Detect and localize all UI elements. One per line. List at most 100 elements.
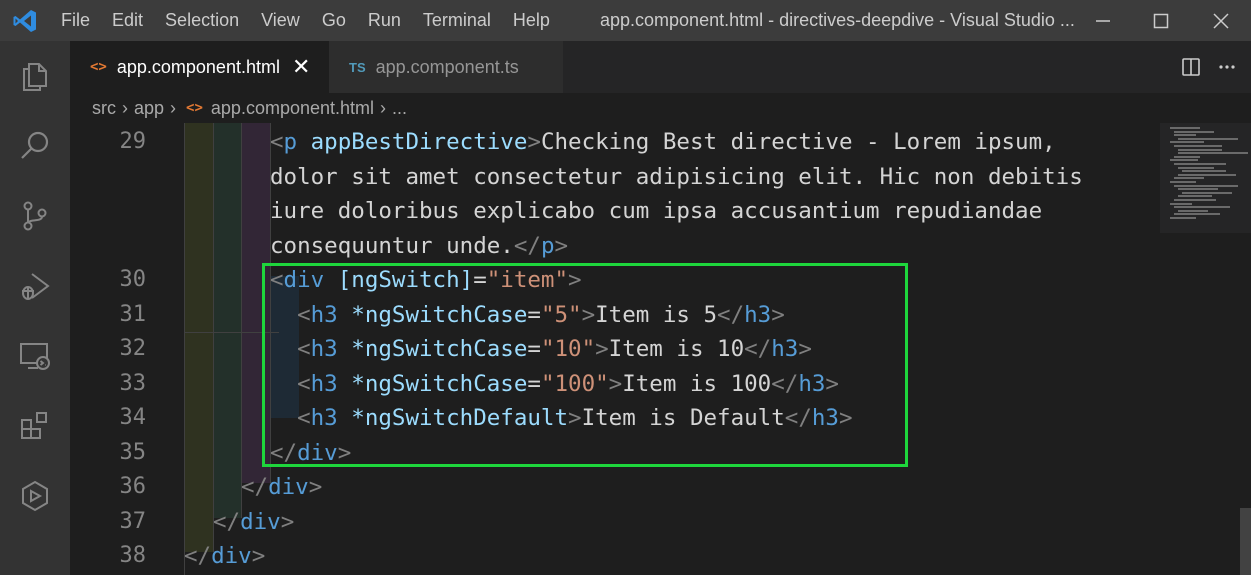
menu-go[interactable]: Go (311, 0, 357, 41)
live-share-icon[interactable] (0, 461, 70, 531)
tab-app-component-ts[interactable]: TS app.component.ts (329, 41, 563, 93)
minimap-line (1178, 188, 1218, 191)
menu-selection[interactable]: Selection (154, 0, 250, 41)
line-number (86, 194, 146, 228)
minimap-line (1178, 152, 1248, 155)
code-token: consequuntur unde. (270, 232, 514, 259)
code-token: div (211, 543, 252, 569)
minimap-line (1170, 159, 1198, 162)
title-bar: File Edit Selection View Go Run Terminal… (0, 0, 1251, 41)
line-number: 33 (119, 370, 147, 396)
close-icon[interactable] (1192, 0, 1250, 41)
maximize-icon[interactable] (1132, 0, 1190, 41)
line-number: 37 (119, 508, 147, 534)
breadcrumb-separator: › (380, 97, 387, 118)
minimap-line (1170, 217, 1196, 219)
code-line: dolor sit amet consectetur adipisicing e… (270, 160, 1083, 195)
minimap-line (1178, 137, 1238, 140)
breadcrumb-separator: › (122, 97, 128, 118)
breadcrumb-item-src[interactable]: src (92, 98, 116, 119)
code-token: > (251, 543, 266, 569)
code-line: <p appBestDirective>Checking Best direct… (270, 125, 1056, 160)
breadcrumb-separator: › (170, 97, 177, 118)
code-token: dolor sit amet consectetur adipisicing e… (270, 163, 1083, 190)
code-editor[interactable]: 29 30 31 32 33 34 35 36 37 38 <p appBestDirective… (70, 123, 1251, 575)
menu-edit[interactable]: Edit (101, 0, 154, 41)
line-number: 38 (119, 543, 147, 568)
minimap-line (1174, 134, 1196, 137)
minimap-line (1174, 155, 1200, 158)
menu-run[interactable]: Run (357, 0, 412, 41)
code-token: </ (513, 232, 541, 259)
line-number-gutter: 29 30 31 32 33 34 35 36 37 38 (70, 123, 175, 575)
code-token: > (527, 129, 541, 155)
code-line: </div> (241, 470, 322, 505)
minimap-line (1170, 141, 1204, 144)
tab-label: app.component.html (116, 56, 280, 77)
indent-band-1 (184, 123, 213, 552)
remote-explorer-icon[interactable] (0, 321, 70, 391)
vscode-logo-icon (0, 0, 50, 41)
window-title: app.component.html - directives-deepdive… (600, 10, 1075, 30)
line-number (86, 160, 146, 194)
run-debug-icon[interactable] (0, 251, 70, 321)
minimap-line (1178, 173, 1236, 176)
code-line: </div> (184, 539, 265, 574)
tab-app-component-html[interactable]: <> app.component.html ✕ (70, 41, 329, 93)
minimap-line (1174, 213, 1220, 216)
code-token: p (540, 232, 555, 259)
line-number: 35 (119, 439, 147, 465)
activity-bar (0, 41, 70, 575)
breadcrumb: src › app › <> app.component.html › ... (70, 93, 1251, 123)
code-line: consequuntur unde.</p> (270, 229, 568, 264)
breadcrumb-item-file[interactable]: app.component.html (211, 98, 374, 119)
menu-file[interactable]: File (50, 0, 101, 41)
menu-help[interactable]: Help (502, 0, 561, 41)
extensions-icon[interactable] (0, 391, 70, 461)
search-icon[interactable] (0, 111, 70, 181)
code-token: </ (184, 543, 212, 569)
html-file-icon: <> (186, 100, 203, 116)
line-number: 31 (119, 301, 147, 327)
minimap-line (1170, 181, 1196, 183)
indent-guide (241, 123, 242, 518)
split-editor-icon[interactable] (1174, 41, 1208, 93)
code-token: </ (241, 474, 269, 500)
code-line: </div> (213, 505, 294, 540)
line-number: 34 (119, 405, 147, 430)
minimap[interactable] (1160, 123, 1251, 233)
minimap-line (1178, 195, 1212, 198)
code-token: < (270, 129, 284, 155)
code-token: </ (213, 508, 241, 535)
tab-label: app.component.ts (375, 56, 519, 77)
typescript-file-icon: TS (349, 59, 366, 75)
code-line: iure doloribus explicabo cum ipsa accusa… (270, 194, 1042, 229)
vertical-scrollbar[interactable] (1240, 508, 1251, 575)
line-number (86, 229, 146, 263)
minimap-line (1170, 127, 1200, 129)
menu-view[interactable]: View (250, 0, 311, 41)
more-actions-icon[interactable] (1210, 41, 1244, 93)
explorer-icon[interactable] (0, 41, 70, 111)
minimize-icon[interactable] (1074, 0, 1132, 41)
menu-bar: File Edit Selection View Go Run Terminal… (50, 0, 561, 41)
minimap-line (1174, 145, 1222, 147)
indent-band-2 (213, 123, 241, 518)
minimap-line (1174, 163, 1226, 165)
breadcrumb-item-ellipsis[interactable]: ... (392, 98, 407, 119)
tab-close-icon[interactable]: ✕ (292, 54, 310, 80)
minimap-line (1174, 184, 1238, 187)
code-token: > (554, 232, 569, 259)
minimap-line (1174, 130, 1214, 133)
breadcrumb-item-app[interactable]: app (134, 98, 164, 119)
minimap-line (1170, 202, 1192, 205)
minimap-line (1178, 166, 1214, 169)
indent-guide (213, 123, 214, 552)
minimap-line (1178, 148, 1222, 151)
minimap-line (1174, 199, 1216, 201)
menu-terminal[interactable]: Terminal (412, 0, 502, 41)
code-token: iure doloribus explicabo cum ipsa accusa… (270, 198, 1043, 224)
code-token: Checking Best directive - Lorem ipsum, (540, 129, 1056, 155)
code-token: appBestDirective (310, 129, 528, 155)
source-control-icon[interactable] (0, 181, 70, 251)
